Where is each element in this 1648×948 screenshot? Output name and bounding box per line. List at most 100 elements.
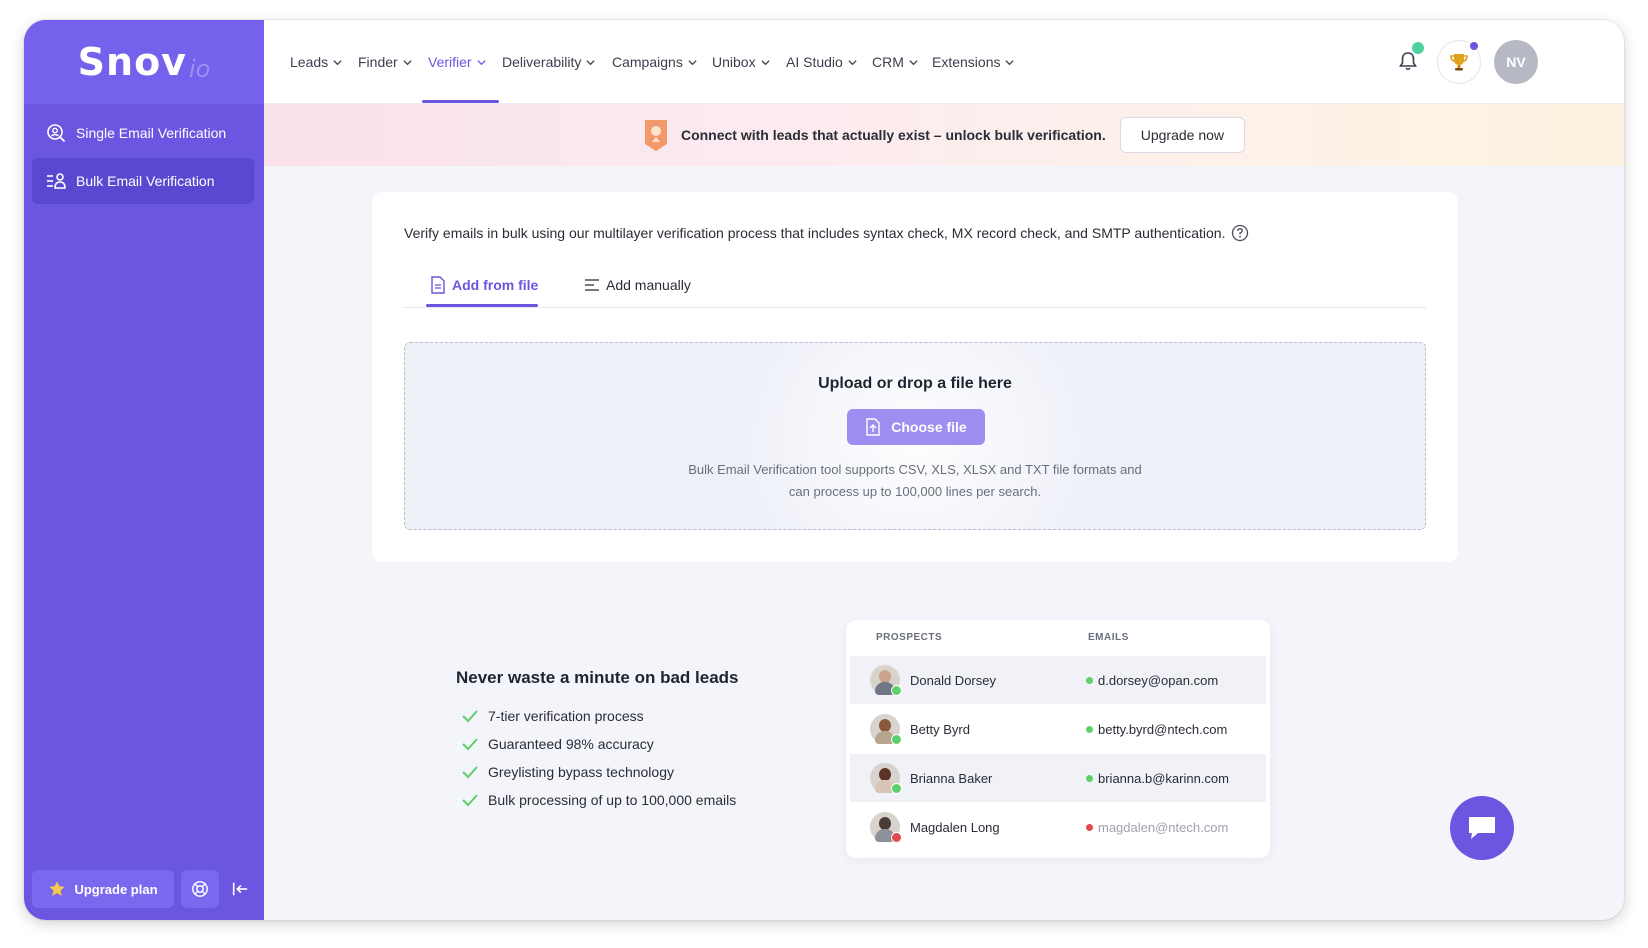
nav-leads[interactable]: Leads: [290, 20, 342, 104]
prospect-email: brianna.b@karinn.com: [1086, 771, 1229, 786]
nav-label: Leads: [290, 54, 329, 70]
file-dropzone[interactable]: Upload or drop a file here Choose file B…: [404, 342, 1426, 530]
prospects-preview-table: PROSPECTS EMAILS Donald Dorsey d.dorsey@…: [846, 620, 1270, 858]
banner-text: Connect with leads that actually exist –…: [680, 127, 1106, 143]
check-icon: [462, 738, 478, 751]
chevron-down-icon: [477, 59, 486, 65]
prospect-name: Donald Dorsey: [910, 672, 996, 688]
nav-deliverability[interactable]: Deliverability: [502, 20, 595, 104]
file-icon: [431, 276, 445, 294]
sidebar-item-label: Bulk Email Verification: [76, 173, 215, 189]
upgrade-now-button[interactable]: Upgrade now: [1119, 117, 1246, 153]
collapse-left-icon: [232, 882, 248, 896]
chevron-down-icon: [848, 59, 857, 65]
nav-finder[interactable]: Finder: [358, 20, 412, 104]
chat-bubble-icon: [1469, 817, 1495, 839]
lifebuoy-icon: [192, 881, 208, 897]
feature-text: 7-tier verification process: [488, 708, 644, 724]
prospect-email: betty.byrd@ntech.com: [1086, 722, 1227, 737]
tab-active-indicator: [426, 304, 538, 307]
tab-label: Add from file: [452, 277, 539, 293]
check-icon: [462, 710, 478, 723]
badge-icon: [644, 120, 667, 151]
avatar: [870, 763, 902, 794]
avatar: [870, 714, 902, 745]
valid-status-icon: [891, 685, 902, 696]
help-button[interactable]: [181, 870, 219, 908]
tab-add-manually[interactable]: Add manually: [584, 262, 691, 308]
tab-add-from-file[interactable]: Add from file: [430, 262, 538, 308]
logo-suffix: io: [188, 55, 211, 83]
table-row: Magdalen Long magdalen@ntech.com: [850, 803, 1266, 851]
nav-label: Campaigns: [612, 54, 683, 70]
check-icon: [462, 766, 478, 779]
choose-file-label: Choose file: [891, 419, 967, 435]
help-circle-icon[interactable]: [1231, 224, 1249, 242]
collapse-sidebar-button[interactable]: [224, 870, 256, 908]
chevron-down-icon: [333, 59, 342, 65]
tab-label: Add manually: [606, 277, 691, 293]
chevron-down-icon: [761, 59, 770, 65]
chevron-down-icon: [586, 59, 595, 65]
description-text: Verify emails in bulk using our multilay…: [404, 225, 1226, 241]
chat-button[interactable]: [1450, 796, 1514, 860]
valid-status-icon: [891, 783, 902, 794]
logo[interactable]: Snov io: [24, 20, 264, 104]
prospect-email: magdalen@ntech.com: [1086, 820, 1228, 835]
chevron-down-icon: [1005, 59, 1015, 65]
dropzone-note-line: can process up to 100,000 lines per sear…: [788, 484, 1042, 499]
dropzone-note: Bulk Email Verification tool supports CS…: [405, 459, 1425, 503]
chevron-down-icon: [909, 59, 918, 65]
sidebar-item-single-verification[interactable]: Single Email Verification: [32, 110, 254, 156]
nav-label: AI Studio: [786, 54, 843, 70]
user-avatar[interactable]: NV: [1494, 40, 1538, 84]
promo-title: Never waste a minute on bad leads: [456, 668, 739, 687]
feature-text: Bulk processing of up to 100,000 emails: [488, 792, 737, 808]
source-tabs: Add from file Add manually: [404, 262, 1426, 308]
star-icon: [49, 881, 66, 896]
column-header-prospects: PROSPECTS: [876, 632, 943, 643]
nav-label: Finder: [358, 54, 398, 70]
nav-unibox[interactable]: Unibox: [712, 20, 770, 104]
nav-verifier[interactable]: Verifier: [428, 20, 486, 104]
upgrade-plan-label: Upgrade plan: [74, 881, 158, 897]
bulk-users-icon: [47, 173, 66, 189]
upgrade-plan-button[interactable]: Upgrade plan: [32, 870, 174, 908]
column-header-emails: EMAILS: [1088, 632, 1129, 643]
sidebar-item-label: Single Email Verification: [76, 125, 227, 141]
text-lines-icon: [585, 279, 599, 291]
feature-item: Bulk processing of up to 100,000 emails: [462, 792, 736, 808]
nav-label: CRM: [872, 54, 904, 70]
description: Verify emails in bulk using our multilay…: [404, 224, 1249, 242]
nav-campaigns[interactable]: Campaigns: [612, 20, 697, 104]
feature-item: Guaranteed 98% accuracy: [462, 736, 654, 752]
feature-text: Guaranteed 98% accuracy: [488, 736, 654, 752]
nav-active-indicator: [422, 100, 499, 103]
nav-label: Extensions: [932, 54, 1001, 70]
feature-item: Greylisting bypass technology: [462, 764, 674, 780]
avatar: [870, 812, 902, 843]
search-user-icon: [47, 124, 65, 142]
feature-item: 7-tier verification process: [462, 708, 644, 724]
valid-status-icon: [891, 734, 902, 745]
nav-crm[interactable]: CRM: [872, 20, 918, 104]
upload-file-icon: [866, 418, 880, 436]
nav-label: Unibox: [712, 54, 756, 70]
table-row: Brianna Baker brianna.b@karinn.com: [850, 754, 1266, 802]
choose-file-button[interactable]: Choose file: [847, 409, 985, 445]
invalid-status-icon: [891, 832, 902, 843]
logo-text: Snov: [77, 40, 187, 84]
sidebar: Snov io Single Email Verification Bulk Em…: [24, 20, 264, 920]
nav-label: Verifier: [428, 54, 472, 70]
avatar: [870, 665, 902, 696]
sidebar-item-bulk-verification[interactable]: Bulk Email Verification: [32, 158, 254, 204]
chevron-down-icon: [403, 59, 412, 65]
chevron-down-icon: [688, 59, 697, 65]
table-row: Donald Dorsey d.dorsey@opan.com: [850, 656, 1266, 704]
dropzone-title: Upload or drop a file here: [818, 375, 1012, 392]
trophy-icon: [1450, 54, 1468, 71]
nav-ai-studio[interactable]: AI Studio: [786, 20, 857, 104]
nav-extensions[interactable]: Extensions: [932, 20, 1015, 104]
feature-text: Greylisting bypass technology: [488, 764, 674, 780]
bulk-verification-card: Verify emails in bulk using our multilay…: [372, 192, 1458, 562]
